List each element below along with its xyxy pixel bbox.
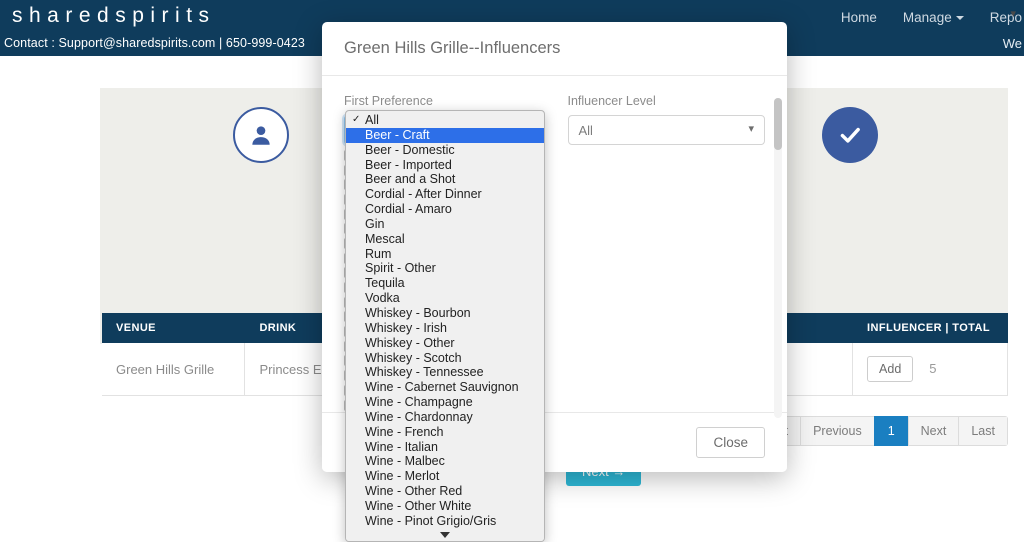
influencer-level-value: All	[578, 122, 593, 138]
first-preference-dropdown[interactable]: AllBeer - CraftBeer - DomesticBeer - Imp…	[345, 110, 545, 542]
dropdown-option[interactable]: Cordial - After Dinner	[346, 187, 544, 202]
dropdown-option[interactable]: Wine - Pinot Grigio/Gris	[346, 514, 544, 529]
contact-info: Contact : Support@sharedspirits.com | 65…	[4, 36, 305, 50]
nav-item-reports-label: Repo	[989, 10, 1022, 25]
influencer-level-label: Influencer Level	[567, 94, 656, 108]
avatar	[233, 107, 289, 163]
column-header-influencer-total: INFLUENCER | TOTAL	[852, 313, 1008, 343]
pagination-previous[interactable]: Previous	[800, 416, 874, 446]
dropdown-option[interactable]: Wine - Merlot	[346, 469, 544, 484]
nav-item-home[interactable]: Home	[841, 10, 877, 25]
influencer-level-select[interactable]: All ▾	[567, 115, 765, 145]
dropdown-option[interactable]: Whiskey - Irish	[346, 321, 544, 336]
add-influencer-button[interactable]: Add	[867, 356, 914, 382]
dropdown-option[interactable]: Wine - Other Red	[346, 484, 544, 499]
dropdown-scroll-down-arrow-icon[interactable]	[346, 528, 544, 541]
cell-influencer-total: Add 5	[852, 343, 1008, 396]
pagination-page-1[interactable]: 1	[873, 416, 908, 446]
modal-scrollbar-thumb[interactable]	[774, 98, 782, 150]
nav-item-manage-label: Manage	[902, 10, 952, 25]
dropdown-option[interactable]: Wine - Cabernet Sauvignon	[346, 380, 544, 395]
pagination-next[interactable]: Next	[907, 416, 959, 446]
dropdown-option[interactable]: Wine - Chardonnay	[346, 410, 544, 425]
column-header-venue: VENUE	[102, 313, 246, 343]
main-nav: Home Manage Repo	[841, 10, 1024, 25]
check-icon	[840, 127, 860, 143]
influencer-level-field: Influencer Level All ▾	[567, 94, 765, 145]
dropdown-option[interactable]: Whiskey - Bourbon	[346, 306, 544, 321]
brand-logo: sharedspirits	[12, 4, 216, 27]
dropdown-option[interactable]: Beer - Craft	[346, 127, 544, 143]
nav-item-home-label: Home	[840, 10, 877, 25]
dropdown-option[interactable]: Beer - Imported	[346, 158, 544, 173]
dropdown-option[interactable]: Gin	[346, 217, 544, 232]
modal-scrollbar[interactable]	[774, 98, 782, 418]
dropdown-option[interactable]: Tequila	[346, 276, 544, 291]
dropdown-option[interactable]: Wine - Other White	[346, 499, 544, 514]
dropdown-option[interactable]: Beer - Domestic	[346, 143, 544, 158]
dropdown-option[interactable]: Whiskey - Tennessee	[346, 365, 544, 380]
modal-title: Green Hills Grille--Influencers	[344, 39, 561, 57]
dropdown-option[interactable]: Vodka	[346, 291, 544, 306]
dropdown-option[interactable]: Wine - Champagne	[346, 395, 544, 410]
user-icon	[252, 126, 270, 145]
dropdown-option[interactable]: Mescal	[346, 232, 544, 247]
close-button[interactable]: Close	[696, 427, 765, 458]
first-preference-label: First Preference	[344, 94, 433, 108]
dropdown-option[interactable]: Whiskey - Scotch	[346, 351, 544, 366]
dropdown-option[interactable]: Wine - French	[346, 425, 544, 440]
dropdown-option[interactable]: Whiskey - Other	[346, 336, 544, 351]
influencer-total-value: 5	[929, 361, 937, 376]
dropdown-option[interactable]: Cordial - Amaro	[346, 202, 544, 217]
dropdown-option-list: AllBeer - CraftBeer - DomesticBeer - Imp…	[346, 113, 544, 529]
pagination: First Previous 1 Next Last	[750, 416, 1008, 446]
dropdown-option[interactable]: Spirit - Other	[346, 261, 544, 276]
dropdown-option[interactable]: Wine - Malbec	[346, 454, 544, 469]
pagination-last[interactable]: Last	[958, 416, 1008, 446]
status-badge	[822, 107, 878, 163]
cell-venue: Green Hills Grille	[102, 343, 246, 396]
nav-welcome-label: We	[1002, 36, 1022, 51]
first-preference-select-caret-icon: ▾	[1010, 8, 1016, 20]
dropdown-option[interactable]: All	[346, 113, 544, 128]
dropdown-option[interactable]: Beer and a Shot	[346, 172, 544, 187]
nav-item-reports[interactable]: Repo	[990, 10, 1022, 25]
chevron-down-icon: ▾	[748, 123, 754, 136]
chevron-down-icon	[955, 16, 964, 21]
dropdown-option[interactable]: Wine - Italian	[346, 440, 544, 455]
nav-item-manage[interactable]: Manage	[903, 10, 964, 25]
modal-header: Green Hills Grille--Influencers	[322, 22, 787, 76]
dropdown-option[interactable]: Rum	[346, 247, 544, 262]
